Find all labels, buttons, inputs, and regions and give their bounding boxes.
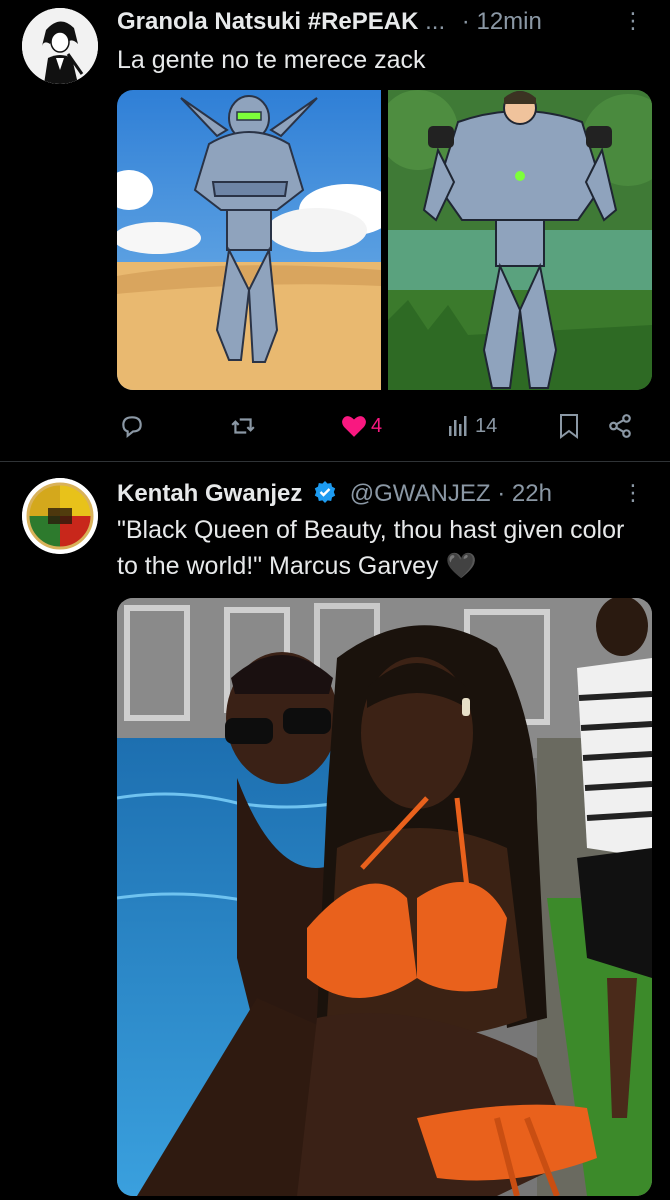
bookmark-button[interactable] [557, 406, 581, 446]
reply-icon [122, 416, 142, 439]
tweet-1[interactable]: Granola Natsuki #RePEAK ... · 12min ⋮ La… [0, 0, 670, 460]
more-options-icon[interactable]: ⋮ [622, 8, 644, 34]
repost-button[interactable] [229, 406, 257, 446]
like-count: 4 [371, 414, 383, 437]
tweet-header: Kentah Gwanjez @GWANJEZ · 22h [117, 478, 650, 510]
views-icon [449, 416, 467, 436]
media-image-pool-photo[interactable] [117, 598, 652, 1196]
avatar[interactable] [22, 8, 98, 84]
heart-filled-icon [342, 416, 366, 437]
tweet-text: La gente no te merece zack [117, 46, 426, 74]
tweet-text-body: "Black Queen of Beauty, thou hast given … [117, 516, 625, 580]
tweet-text: "Black Queen of Beauty, thou hast given … [117, 512, 637, 584]
timestamp[interactable]: 22h [512, 480, 552, 507]
timestamp[interactable]: 12min [476, 8, 541, 35]
name-ellipsis: ... [425, 8, 446, 35]
tweet-2[interactable]: Kentah Gwanjez @GWANJEZ · 22h ⋮ "Black Q… [0, 462, 670, 1200]
avatar[interactable] [22, 478, 98, 554]
display-name[interactable]: Granola Natsuki #RePEAK [117, 8, 418, 35]
reply-button[interactable] [119, 406, 145, 446]
bookmark-icon [560, 414, 578, 439]
black-heart-emoji: 🖤 [445, 552, 477, 580]
tweet-header: Granola Natsuki #RePEAK ... · 12min [117, 6, 650, 38]
repost-icon [231, 418, 255, 434]
like-button[interactable]: 4 [341, 406, 382, 446]
share-button[interactable] [607, 406, 633, 446]
verified-badge-icon [314, 481, 336, 503]
tweet-actions: 4 14 [117, 406, 640, 446]
separator-dot: · [497, 480, 506, 507]
handle[interactable]: @GWANJEZ [350, 480, 491, 507]
media-image-armor-desert[interactable] [117, 90, 395, 390]
share-icon [609, 414, 631, 438]
media-grid [117, 90, 652, 390]
media-image-armor-forest[interactable] [378, 90, 652, 390]
display-name[interactable]: Kentah Gwanjez [117, 480, 302, 507]
views-button[interactable]: 14 [447, 406, 497, 446]
separator-dot: · [461, 8, 470, 35]
view-count: 14 [475, 414, 498, 437]
more-options-icon[interactable]: ⋮ [622, 480, 644, 506]
